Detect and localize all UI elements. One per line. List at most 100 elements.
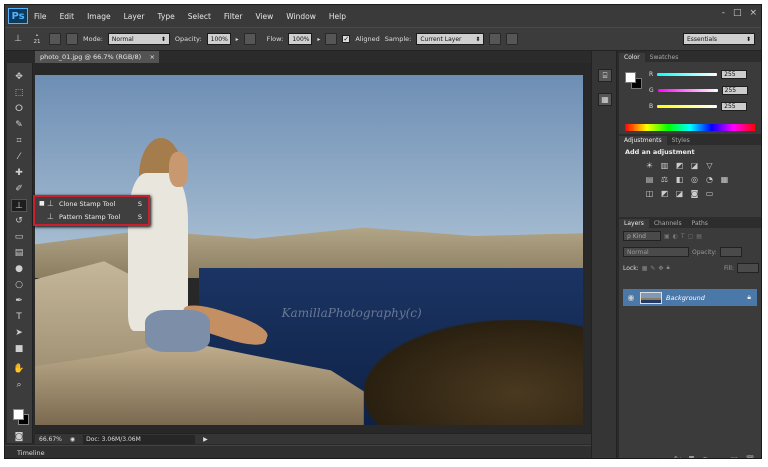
- airbrush-icon[interactable]: [325, 33, 338, 45]
- opacity-dropdown-icon[interactable]: ▸: [236, 36, 239, 43]
- layer-opacity-input[interactable]: [719, 247, 742, 257]
- tab-adjustments[interactable]: Adjustments: [619, 136, 667, 145]
- lasso-tool-icon[interactable]: ⵔ: [11, 103, 27, 116]
- filter-type-icon[interactable]: T: [681, 233, 685, 240]
- zoom-tool-icon[interactable]: ⌕: [11, 379, 27, 392]
- timeline-panel[interactable]: Timeline: [5, 445, 591, 458]
- flow-dropdown-icon[interactable]: ▸: [317, 36, 320, 43]
- delete-layer-icon[interactable]: 🗑︎: [745, 455, 755, 458]
- healing-brush-tool-icon[interactable]: ✚: [11, 167, 27, 180]
- close-tab-icon[interactable]: ×: [150, 53, 155, 61]
- brush-preset-picker[interactable]: • 21: [30, 33, 44, 45]
- clone-stamp-icon[interactable]: ⊥: [11, 33, 25, 46]
- quick-selection-tool-icon[interactable]: ✎: [11, 119, 27, 132]
- ignore-adjustment-layers-icon[interactable]: [489, 33, 502, 45]
- mode-select[interactable]: Normal ⬍: [107, 33, 170, 45]
- lock-all-icon[interactable]: 🔒︎: [666, 264, 669, 272]
- filter-pixel-icon[interactable]: ▣: [664, 233, 670, 240]
- new-adjustment-layer-icon[interactable]: ◐: [702, 455, 709, 458]
- quick-mask-icon[interactable]: ◙: [11, 431, 27, 444]
- green-input[interactable]: 255: [721, 86, 748, 95]
- layer-kind-filter[interactable]: ρ Kind: [623, 231, 661, 241]
- document-tab[interactable]: photo_01.jpg @ 66.7% (RGB/8) ×: [35, 51, 159, 63]
- pressure-size-icon[interactable]: [506, 33, 519, 45]
- dodge-tool-icon[interactable]: ○: [11, 279, 27, 292]
- eraser-tool-icon[interactable]: ▭: [11, 231, 27, 244]
- menu-edit[interactable]: Edit: [60, 12, 75, 21]
- tab-paths[interactable]: Paths: [687, 219, 713, 228]
- blend-mode-select[interactable]: Normal: [623, 247, 689, 257]
- layer-background[interactable]: ◉ Background 🔒︎: [623, 289, 757, 306]
- menu-type[interactable]: Type: [158, 12, 175, 21]
- fill-input[interactable]: [737, 263, 759, 273]
- menu-view[interactable]: View: [255, 12, 273, 21]
- document-image[interactable]: KamillaPhotography(c): [35, 75, 583, 425]
- zoom-level[interactable]: 66.67%: [39, 436, 62, 443]
- menu-select[interactable]: Select: [188, 12, 211, 21]
- red-slider[interactable]: [657, 73, 718, 76]
- clone-stamp-tool-icon[interactable]: ⊥: [11, 199, 27, 212]
- path-selection-tool-icon[interactable]: ➤: [11, 327, 27, 340]
- pressure-opacity-icon[interactable]: [243, 33, 256, 45]
- channel-mixer-icon[interactable]: ◔: [704, 175, 715, 185]
- workspace-select[interactable]: Essentials ⬍: [683, 33, 755, 45]
- color-balance-icon[interactable]: ⚖: [659, 175, 670, 185]
- red-input[interactable]: 255: [721, 70, 748, 79]
- gradient-tool-icon[interactable]: ▤: [11, 247, 27, 260]
- layer-mask-icon[interactable]: ◘: [688, 455, 694, 458]
- crop-tool-icon[interactable]: ⌗: [11, 135, 27, 148]
- history-brush-tool-icon[interactable]: ↺: [11, 215, 27, 228]
- menu-window[interactable]: Window: [286, 12, 316, 21]
- properties-panel-icon[interactable]: ▦: [598, 93, 612, 106]
- visibility-eye-icon[interactable]: ◉: [626, 293, 636, 302]
- link-layers-icon[interactable]: ⚭: [660, 455, 667, 458]
- curves-icon[interactable]: ◩: [674, 161, 685, 171]
- posterize-icon[interactable]: ◩: [659, 189, 670, 199]
- move-tool-icon[interactable]: ✥: [11, 71, 27, 84]
- new-layer-icon[interactable]: ▣: [730, 455, 738, 458]
- marquee-tool-icon[interactable]: ⬚: [11, 87, 27, 100]
- opacity-input[interactable]: 100%: [206, 33, 231, 45]
- pen-tool-icon[interactable]: ✒: [11, 295, 27, 308]
- foreground-color-swatch[interactable]: [13, 409, 24, 420]
- selective-color-icon[interactable]: ◙: [689, 189, 700, 199]
- hue-saturation-icon[interactable]: ▤: [644, 175, 655, 185]
- lock-image-icon[interactable]: ✎: [650, 265, 655, 272]
- menu-file[interactable]: File: [34, 12, 47, 21]
- invert-icon[interactable]: ◫: [644, 189, 655, 199]
- green-slider[interactable]: [657, 89, 718, 92]
- color-spectrum[interactable]: [625, 124, 755, 131]
- menu-filter[interactable]: Filter: [224, 12, 243, 21]
- tab-channels[interactable]: Channels: [649, 219, 687, 228]
- brightness-contrast-icon[interactable]: ☀: [644, 161, 655, 171]
- color-lookup-icon[interactable]: ▦: [719, 175, 730, 185]
- hand-tool-icon[interactable]: ✋: [11, 363, 27, 376]
- history-panel-icon[interactable]: ⌸: [598, 69, 612, 82]
- type-tool-icon[interactable]: T: [11, 311, 27, 324]
- filter-shape-icon[interactable]: ▢: [688, 233, 694, 240]
- rectangle-tool-icon[interactable]: ■: [11, 343, 27, 356]
- eyedropper-tool-icon[interactable]: ⁄: [11, 151, 27, 164]
- tab-layers[interactable]: Layers: [619, 219, 649, 228]
- blue-slider[interactable]: [657, 105, 718, 108]
- menu-help[interactable]: Help: [329, 12, 346, 21]
- filter-smart-icon[interactable]: ▤: [696, 233, 702, 240]
- canvas-area[interactable]: KamillaPhotography(c): [35, 63, 591, 433]
- clone-source-panel-icon[interactable]: [66, 33, 78, 45]
- tab-swatches[interactable]: Swatches: [645, 53, 684, 62]
- lock-position-icon[interactable]: ✥: [658, 265, 663, 272]
- blue-input[interactable]: 255: [721, 102, 748, 111]
- levels-icon[interactable]: ▥: [659, 161, 670, 171]
- layer-style-icon[interactable]: fx: [674, 455, 682, 458]
- menu-image[interactable]: Image: [87, 12, 111, 21]
- minimize-button[interactable]: -: [722, 8, 725, 18]
- maximize-button[interactable]: □: [733, 8, 742, 18]
- brush-tool-icon[interactable]: ✐: [11, 183, 27, 196]
- vibrance-icon[interactable]: ▽: [704, 161, 715, 171]
- filter-adjustment-icon[interactable]: ◐: [673, 233, 678, 240]
- sample-select[interactable]: Current Layer ⬍: [416, 33, 485, 45]
- photo-filter-icon[interactable]: ◎: [689, 175, 700, 185]
- flow-input[interactable]: 100%: [288, 33, 313, 45]
- foreground-color-swatch[interactable]: [625, 72, 636, 83]
- black-white-icon[interactable]: ◧: [674, 175, 685, 185]
